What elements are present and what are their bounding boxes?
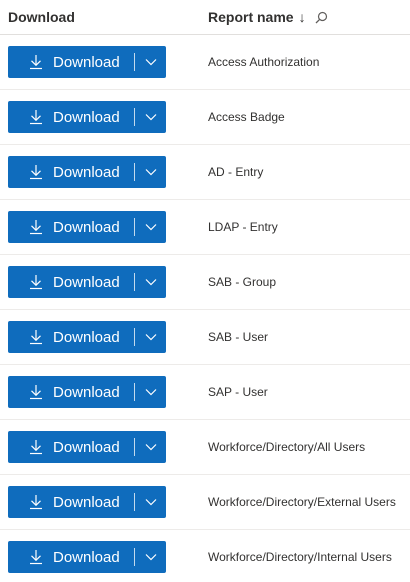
download-button-label: Download	[53, 273, 120, 291]
chevron-down-icon[interactable]	[135, 486, 166, 518]
download-cell: Download	[0, 101, 200, 133]
download-cell: Download	[0, 321, 200, 353]
report-name-cell: Access Badge	[208, 110, 285, 124]
chevron-down-icon[interactable]	[135, 321, 166, 353]
download-button-label: Download	[53, 108, 120, 126]
table-row: Download AD - Entry	[0, 145, 410, 200]
table-row: Download Workforce/Directory/All Users	[0, 420, 410, 475]
download-arrow-icon	[28, 549, 44, 565]
download-arrow-icon	[28, 439, 44, 455]
download-button[interactable]: Download	[8, 211, 134, 243]
sort-descending-icon[interactable]: ↓	[299, 9, 306, 25]
chevron-down-icon[interactable]	[135, 376, 166, 408]
table-row: Download Access Authorization	[0, 35, 410, 90]
download-button[interactable]: Download	[8, 486, 134, 518]
chevron-down-icon[interactable]	[135, 211, 166, 243]
report-name-cell: SAP - User	[208, 385, 268, 399]
download-cell: Download	[0, 431, 200, 463]
download-button-label: Download	[53, 438, 120, 456]
download-button[interactable]: Download	[8, 321, 134, 353]
report-name-cell: Workforce/Directory/All Users	[208, 440, 366, 454]
download-cell: Download	[0, 541, 200, 573]
report-name-header-label: Report name	[208, 9, 294, 25]
download-split-button[interactable]: Download	[8, 541, 166, 573]
download-button[interactable]: Download	[8, 541, 134, 573]
download-split-button[interactable]: Download	[8, 101, 166, 133]
download-button[interactable]: Download	[8, 431, 134, 463]
report-name-cell: SAB - User	[208, 330, 269, 344]
table-row: Download SAB - Group	[0, 255, 410, 310]
chevron-down-icon[interactable]	[135, 541, 166, 573]
download-arrow-icon	[28, 109, 44, 125]
download-cell: Download	[0, 46, 200, 78]
download-button-label: Download	[53, 548, 120, 566]
chevron-down-icon[interactable]	[135, 266, 166, 298]
table-row: Download SAP - User	[0, 365, 410, 420]
download-cell: Download	[0, 211, 200, 243]
chevron-down-icon[interactable]	[135, 156, 166, 188]
download-arrow-icon	[28, 329, 44, 345]
download-button-label: Download	[53, 218, 120, 236]
report-name-cell: AD - Entry	[208, 165, 264, 179]
download-button-label: Download	[53, 383, 120, 401]
download-cell: Download	[0, 156, 200, 188]
download-arrow-icon	[28, 274, 44, 290]
download-button[interactable]: Download	[8, 101, 134, 133]
download-arrow-icon	[28, 219, 44, 235]
download-arrow-icon	[28, 54, 44, 70]
download-split-button[interactable]: Download	[8, 211, 166, 243]
download-button[interactable]: Download	[8, 376, 134, 408]
report-name-cell: Access Authorization	[208, 55, 320, 69]
download-button-label: Download	[53, 53, 120, 71]
table-row: Download SAB - User	[0, 310, 410, 365]
search-icon[interactable]	[315, 11, 328, 24]
download-split-button[interactable]: Download	[8, 321, 166, 353]
download-button[interactable]: Download	[8, 266, 134, 298]
download-arrow-icon	[28, 164, 44, 180]
download-arrow-icon	[28, 494, 44, 510]
download-column-header: Download	[8, 9, 75, 25]
download-cell: Download	[0, 266, 200, 298]
chevron-down-icon[interactable]	[135, 101, 166, 133]
table-row: Download Workforce/Directory/Internal Us…	[0, 530, 410, 582]
download-button-label: Download	[53, 163, 120, 181]
download-button[interactable]: Download	[8, 156, 134, 188]
download-split-button[interactable]: Download	[8, 431, 166, 463]
report-name-cell: Workforce/Directory/External Users	[208, 495, 396, 509]
report-name-cell: Workforce/Directory/Internal Users	[208, 550, 392, 564]
download-split-button[interactable]: Download	[8, 486, 166, 518]
table-row: Download Access Badge	[0, 90, 410, 145]
chevron-down-icon[interactable]	[135, 431, 166, 463]
report-name-column-header[interactable]: Report name ↓	[200, 9, 328, 25]
chevron-down-icon[interactable]	[135, 46, 166, 78]
download-arrow-icon	[28, 384, 44, 400]
download-button[interactable]: Download	[8, 46, 134, 78]
download-button-label: Download	[53, 493, 120, 511]
report-name-cell: LDAP - Entry	[208, 220, 278, 234]
table-row: Download Workforce/Directory/External Us…	[0, 475, 410, 530]
download-cell: Download	[0, 486, 200, 518]
download-split-button[interactable]: Download	[8, 266, 166, 298]
table-body: Download Access Authorization Download A…	[0, 35, 410, 582]
download-split-button[interactable]: Download	[8, 46, 166, 78]
report-name-cell: SAB - Group	[208, 275, 277, 289]
download-button-label: Download	[53, 328, 120, 346]
table-row: Download LDAP - Entry	[0, 200, 410, 255]
download-split-button[interactable]: Download	[8, 156, 166, 188]
download-cell: Download	[0, 376, 200, 408]
reports-table: Download Report name ↓ Download Access A…	[0, 0, 410, 582]
download-split-button[interactable]: Download	[8, 376, 166, 408]
table-header: Download Report name ↓	[0, 0, 410, 35]
